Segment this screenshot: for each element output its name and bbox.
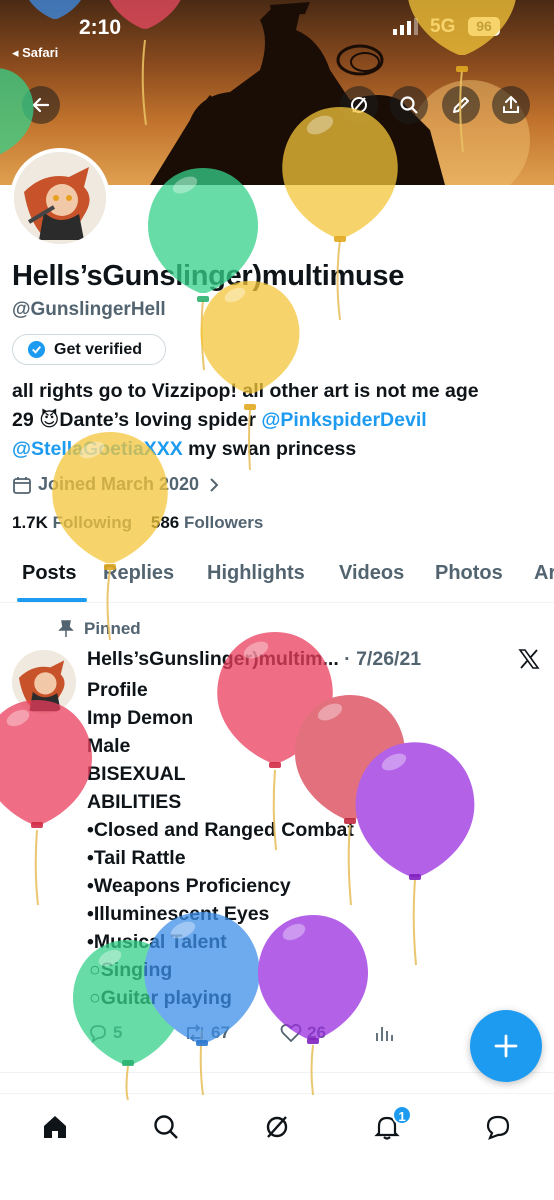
post-line: Male: [87, 735, 131, 757]
verified-badge-icon: [27, 340, 46, 359]
post-line: •Tail Rattle: [87, 847, 186, 869]
post-line: •Musical Talent: [87, 931, 227, 953]
post-text: Profile Imp Demon Male BISEXUAL ABILITIE…: [87, 676, 354, 1012]
reply-icon: [90, 1025, 106, 1043]
search-icon: [154, 1115, 178, 1139]
post-line: •Illuminescent Eyes: [87, 903, 270, 925]
views-button[interactable]: [373, 1022, 399, 1044]
reply-count: 5: [113, 1023, 123, 1042]
search-icon: [400, 96, 418, 114]
bio-line-2: 29 😈Dante’s loving spider: [12, 409, 262, 431]
post-line: ○Guitar playing: [89, 987, 232, 1009]
followers-count: 586: [150, 513, 180, 532]
messages-icon: [486, 1115, 510, 1140]
tab-articles[interactable]: Ar: [534, 562, 554, 585]
compose-post-button[interactable]: [470, 1010, 542, 1082]
post-author-name[interactable]: Hells’sGunslinger)multim...: [87, 648, 339, 670]
post-line: BISEXUAL: [87, 763, 186, 785]
repost-button[interactable]: 67: [183, 1022, 230, 1044]
post-line: •Weapons Proficiency: [87, 875, 291, 897]
like-button[interactable]: 26: [279, 1022, 326, 1044]
pin-icon: [58, 620, 74, 637]
grok-button[interactable]: [340, 86, 378, 124]
post-line: •Closed and Ranged Combat: [87, 819, 354, 841]
profile-handle: @GunslingerHell: [12, 299, 166, 320]
analytics-icon: [376, 1027, 393, 1041]
grok-icon: [351, 97, 367, 113]
active-tab-indicator: [17, 598, 87, 602]
joined-label: Joined March 2020: [38, 474, 200, 494]
mention-link[interactable]: @PinkspiderDevil: [261, 409, 426, 431]
x-logo-icon: [518, 649, 540, 669]
back-to-app-link[interactable]: ◂ Safari: [12, 45, 58, 61]
tab-videos[interactable]: Videos: [339, 562, 404, 585]
nav-messages[interactable]: [481, 1110, 515, 1144]
followers-link[interactable]: 586 Followers: [151, 513, 263, 532]
battery-indicator: 96: [468, 17, 500, 36]
following-count: 1.7K: [12, 513, 48, 532]
repost-count: 67: [211, 1023, 230, 1042]
post-line: Imp Demon: [87, 707, 194, 729]
repost-icon: [187, 1024, 203, 1042]
home-icon: [44, 1116, 66, 1138]
chevron-right-icon: [210, 477, 219, 492]
bio-line-3: my swan princess: [182, 438, 357, 460]
mention-link[interactable]: @StellaGoetiaXXX: [12, 438, 183, 460]
header-search-button[interactable]: [390, 86, 428, 124]
notification-badge: 1: [392, 1105, 412, 1125]
joined-date[interactable]: Joined March 2020: [12, 474, 229, 495]
grok-icon: [266, 1116, 288, 1138]
follow-counts: 1.7K Following 586 Followers: [12, 513, 263, 533]
back-button[interactable]: [22, 86, 60, 124]
profile-bio: all rights go to Vizzipop! all other art…: [12, 377, 542, 464]
following-link[interactable]: 1.7K Following: [12, 513, 132, 532]
signal-icon: [393, 18, 418, 35]
edit-icon: [453, 97, 469, 113]
heart-icon: [280, 1023, 302, 1043]
post-line: ABILITIES: [87, 791, 182, 813]
status-bar: 2:10 ◂ Safari 5G 96: [0, 14, 554, 60]
share-icon: [503, 95, 519, 113]
tab-photos[interactable]: Photos: [435, 562, 503, 585]
arrow-left-icon: [32, 97, 50, 113]
get-verified-button[interactable]: Get verified: [12, 334, 166, 365]
edit-button[interactable]: [442, 86, 480, 124]
profile-tabs: Posts Replies Highlights Videos Photos A…: [0, 552, 554, 603]
bio-line-1: all rights go to Vizzipop! all other art…: [12, 380, 479, 402]
nav-home[interactable]: [38, 1110, 72, 1144]
bottom-navigation: 1: [0, 1093, 554, 1200]
plus-icon: [494, 1034, 518, 1058]
post-line: ○Singing: [89, 959, 173, 981]
post-author-avatar[interactable]: [12, 650, 76, 714]
post-header: Hells’sGunslinger)multim... · 7/26/21: [87, 648, 507, 671]
post-actions: 5 67 26: [87, 1022, 487, 1050]
pinned-indicator: Pinned: [58, 619, 141, 639]
tab-highlights[interactable]: Highlights: [207, 562, 305, 585]
get-verified-label: Get verified: [54, 340, 143, 358]
tab-replies[interactable]: Replies: [103, 562, 174, 585]
calendar-icon: [13, 476, 31, 494]
post-divider: [0, 1072, 554, 1073]
reply-button[interactable]: 5: [87, 1022, 122, 1044]
status-time: 2:10: [79, 16, 122, 39]
followers-label: Followers: [184, 513, 264, 532]
profile-avatar[interactable]: [10, 148, 110, 248]
avatar-image: [12, 650, 76, 714]
nav-search[interactable]: [149, 1110, 183, 1144]
share-button[interactable]: [492, 86, 530, 124]
pinned-label: Pinned: [84, 619, 141, 638]
following-label: Following: [52, 513, 132, 532]
post-date[interactable]: · 7/26/21: [344, 648, 421, 670]
network-label: 5G: [430, 16, 456, 37]
like-count: 26: [307, 1023, 326, 1042]
post-line: Profile: [87, 679, 148, 701]
profile-display-name: Hells’sGunslinger)multimuse: [12, 260, 405, 292]
tab-posts[interactable]: Posts: [22, 562, 76, 585]
avatar-image: [14, 152, 106, 244]
nav-grok[interactable]: [260, 1110, 294, 1144]
